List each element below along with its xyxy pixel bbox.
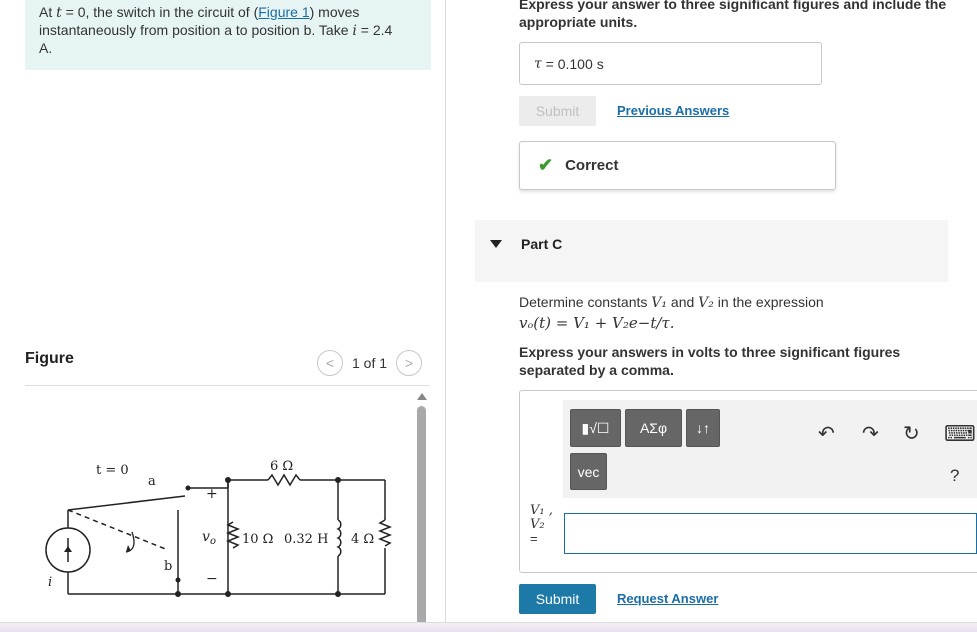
problem-statement: At t = 0, the switch in the circuit of (… (25, 0, 431, 70)
inductor (336, 519, 342, 557)
figure-divider (25, 385, 430, 386)
request-answer-link[interactable]: Request Answer (617, 591, 718, 606)
answer-variable-label: V₁ , V₂ = (530, 503, 553, 546)
figure-title: Figure (25, 350, 74, 367)
circuit-diagram: t = 0 a b + − v o 6 Ω 10 Ω 0.32 H 4 Ω i (45, 459, 393, 597)
switch-time-label: t = 0 (96, 463, 129, 478)
resistor-4ohm (377, 519, 393, 547)
figure-page-count: 1 of 1 (352, 355, 388, 371)
next-figure-button[interactable]: > (396, 350, 423, 376)
arrows-button[interactable]: ↓↑ (686, 409, 720, 447)
switch-dashed-position (67, 509, 169, 551)
vec-button[interactable]: vec (570, 453, 607, 490)
panel-divider (445, 0, 446, 622)
terminal-b-label: b (164, 559, 172, 574)
l1-label: 0.32 H (284, 532, 328, 547)
redo-icon[interactable]: ↷ (862, 421, 879, 446)
vo-minus-label: − (206, 571, 218, 587)
checkmark-icon: ✔ (538, 155, 554, 175)
correct-feedback: ✔ Correct (519, 141, 836, 190)
greek-symbols-button[interactable]: ΑΣφ (625, 409, 682, 447)
partc-submit-button[interactable]: Submit (519, 584, 596, 614)
keyboard-icon[interactable]: ⌨ (944, 421, 976, 447)
source-current-label: i (48, 575, 52, 590)
tau-answer-field: τ = 0.100 s (519, 42, 822, 85)
templates-button[interactable]: ▮√☐ (570, 409, 621, 447)
current-unit: A. (39, 40, 53, 56)
resistor-6ohm (267, 473, 301, 487)
r2-label: 10 Ω (242, 532, 273, 547)
partc-label: Part C (521, 236, 563, 252)
vo-subscript: o (210, 536, 216, 547)
reset-icon[interactable]: ↻ (903, 421, 920, 446)
partb-submit-button[interactable]: Submit (519, 96, 596, 126)
vo-label: v (202, 529, 210, 545)
v1-v2-answer-input[interactable] (564, 513, 977, 554)
collapse-triangle-icon[interactable] (490, 240, 502, 248)
previous-answers-link[interactable]: Previous Answers (617, 103, 729, 118)
left-panel: At t = 0, the switch in the circuit of (… (0, 0, 445, 632)
r3-label: 4 Ω (351, 532, 374, 547)
vo-plus-label: + (206, 486, 218, 502)
bottom-bar (0, 622, 977, 632)
resistor-10ohm (225, 521, 241, 549)
partc-expression: vₒ(t) = V₁ + V₂e−t/τ. (519, 314, 675, 332)
terminal-a-label: a (148, 474, 156, 489)
tau-value: 0.100 (557, 55, 593, 72)
r1-label: 6 Ω (270, 459, 293, 474)
partc-instruction: Express your answers in volts to three s… (519, 344, 901, 378)
switch-blade (67, 495, 186, 511)
prev-figure-button[interactable]: < (317, 350, 343, 376)
undo-icon[interactable]: ↶ (818, 421, 835, 446)
figure-scrollbar[interactable] (417, 406, 426, 632)
scroll-up-arrow[interactable] (417, 393, 427, 400)
tau-unit: s (596, 55, 604, 72)
figure-link[interactable]: Figure 1 (258, 4, 309, 20)
figure-pager: < 1 of 1 > (317, 350, 423, 376)
help-icon[interactable]: ? (950, 466, 959, 486)
partb-instruction: Express your answer to three significant… (519, 0, 947, 30)
partc-question: Determine constants V₁ and V₂ in the exp… (519, 294, 824, 332)
